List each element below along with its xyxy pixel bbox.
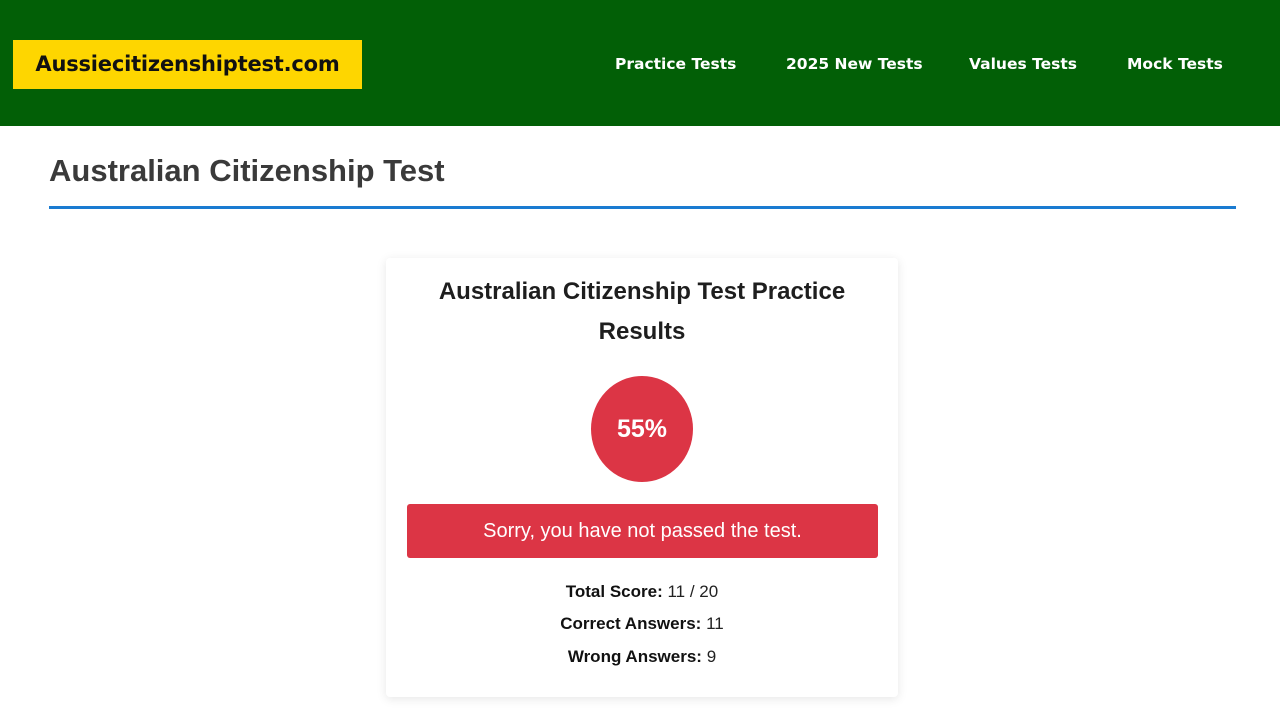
total-score-value: 11 / 20 — [667, 582, 719, 601]
results-card: Australian Citizenship Test Practice Res… — [386, 258, 898, 697]
wrong-answers-label: Wrong Answers: — [567, 647, 702, 666]
wrong-answers-value: 9 — [706, 647, 717, 666]
page-title: Australian Citizenship Test — [49, 153, 445, 188]
site-header: Aussiecitizenshiptest.com Practice Tests… — [0, 0, 1280, 126]
correct-answers-row: Correct Answers: 11 — [386, 612, 898, 636]
main-nav: Practice Tests 2025 New Tests Values Tes… — [0, 52, 1280, 76]
wrong-answers-row: Wrong Answers: 9 — [386, 645, 898, 669]
result-status-banner: Sorry, you have not passed the test. — [407, 504, 878, 558]
nav-link-practice-tests[interactable]: Practice Tests — [615, 52, 736, 76]
results-title: Australian Citizenship Test Practice Res… — [438, 278, 846, 345]
correct-answers-value: 11 — [706, 614, 724, 633]
nav-link-mock-tests[interactable]: Mock Tests — [1127, 52, 1223, 76]
nav-link-values-tests[interactable]: Values Tests — [969, 52, 1077, 76]
score-percentage-circle: 55% — [591, 376, 693, 482]
total-score-label: Total Score: — [565, 582, 663, 601]
correct-answers-label: Correct Answers: — [560, 614, 702, 633]
nav-link-2025-new-tests[interactable]: 2025 New Tests — [786, 52, 923, 76]
total-score-row: Total Score: 11 / 20 — [386, 580, 898, 604]
title-divider — [49, 206, 1236, 209]
